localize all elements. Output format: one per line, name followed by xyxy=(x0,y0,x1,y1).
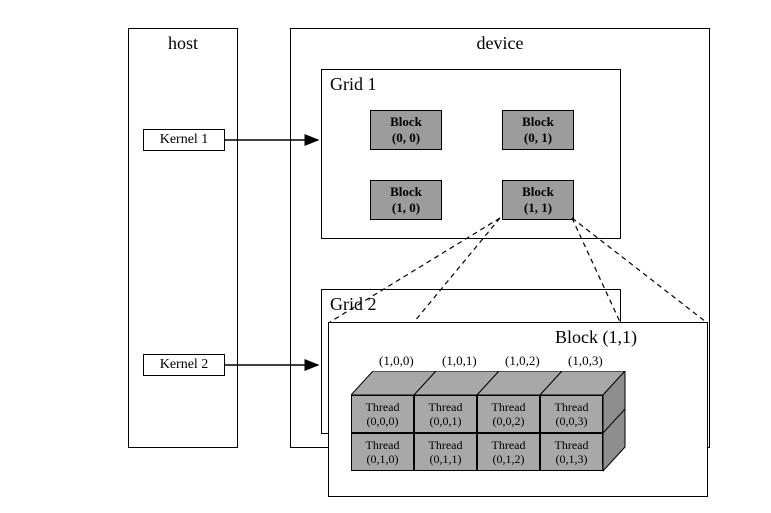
grid1-block-1-0: Block (1, 0) xyxy=(370,180,442,220)
block-coord: (0, 0) xyxy=(392,130,420,145)
thread-0-0-1: Thread (0,0,1) xyxy=(414,395,477,433)
top-coord-0: (1,0,0) xyxy=(379,353,414,369)
grid-2-title: Grid 2 xyxy=(330,294,377,315)
device-title: device xyxy=(291,33,709,54)
thread-label: Thread xyxy=(492,438,526,452)
thread-coord: (0,0,1) xyxy=(430,414,462,428)
kernel-2-box: Kernel 2 xyxy=(143,354,225,376)
thread-label: Thread xyxy=(366,400,400,414)
block-label: Block xyxy=(390,184,422,199)
thread-0-1-0: Thread (0,1,0) xyxy=(351,433,414,471)
thread-0-0-2: Thread (0,0,2) xyxy=(477,395,540,433)
thread-coord: (0,0,3) xyxy=(556,414,588,428)
grid-1-box: Grid 1 Block (0, 0) Block (0, 1) Block (… xyxy=(321,69,621,239)
thread-0-1-3: Thread (0,1,3) xyxy=(540,433,603,471)
thread-0-1-2: Thread (0,1,2) xyxy=(477,433,540,471)
thread-0-1-1: Thread (0,1,1) xyxy=(414,433,477,471)
host-box: host Kernel 1 Kernel 2 xyxy=(128,28,238,448)
kernel-1-box: Kernel 1 xyxy=(143,129,225,151)
grid1-block-0-0: Block (0, 0) xyxy=(370,110,442,150)
thread-label: Thread xyxy=(555,400,589,414)
detail-title: Block (1,1) xyxy=(555,327,637,348)
thread-0-0-0: Thread (0,0,0) xyxy=(351,395,414,433)
thread-coord: (0,1,3) xyxy=(556,452,588,466)
thread-coord: (0,0,0) xyxy=(367,414,399,428)
top-coord-1: (1,0,1) xyxy=(442,353,477,369)
thread-coord: (0,0,2) xyxy=(493,414,525,428)
grid1-block-1-1: Block (1, 1) xyxy=(502,180,574,220)
thread-coord: (0,1,2) xyxy=(493,452,525,466)
thread-label: Thread xyxy=(429,400,463,414)
kernel-1-label: Kernel 1 xyxy=(160,132,209,147)
thread-label: Thread xyxy=(429,438,463,452)
grid1-block-0-1: Block (0, 1) xyxy=(502,110,574,150)
host-title: host xyxy=(129,33,237,54)
thread-label: Thread xyxy=(492,400,526,414)
block-label: Block xyxy=(522,114,554,129)
kernel-2-label: Kernel 2 xyxy=(160,357,209,372)
block-label: Block xyxy=(390,114,422,129)
block-coord: (0, 1) xyxy=(524,130,552,145)
block-label: Block xyxy=(522,184,554,199)
block-coord: (1, 1) xyxy=(524,200,552,215)
block-coord: (1, 0) xyxy=(392,200,420,215)
top-coord-2: (1,0,2) xyxy=(505,353,540,369)
thread-coord: (0,1,0) xyxy=(367,452,399,466)
grid-1-title: Grid 1 xyxy=(330,74,377,95)
block-1-1-detail-panel: Block (1,1) (1,0,0) (1,0,1) (1,0,2) (1,0… xyxy=(328,322,708,497)
thread-label: Thread xyxy=(555,438,589,452)
thread-label: Thread xyxy=(366,438,400,452)
thread-coord: (0,1,1) xyxy=(430,452,462,466)
thread-0-0-3: Thread (0,0,3) xyxy=(540,395,603,433)
top-coord-3: (1,0,3) xyxy=(568,353,603,369)
